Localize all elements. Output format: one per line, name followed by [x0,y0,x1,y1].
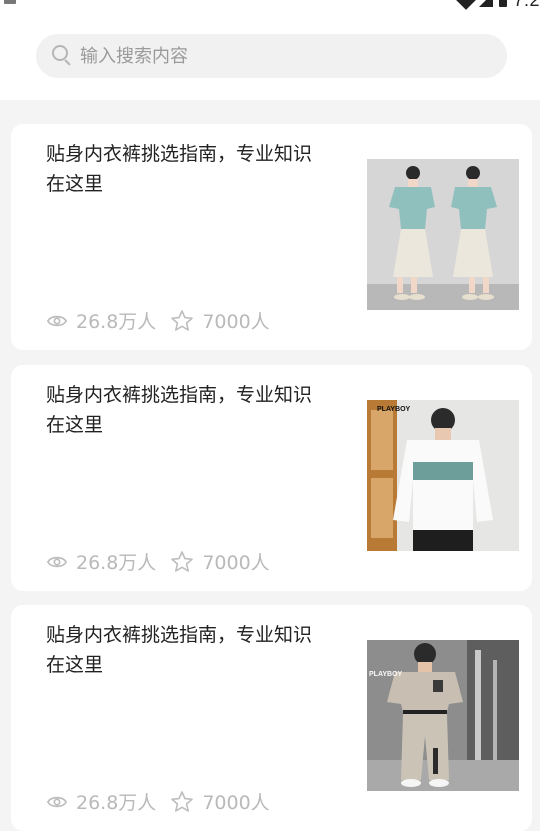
beige-tracksuit-image[interactable]: PLAYBOY [367,640,519,791]
article-title: 贴身内衣裤挑选指南，专业知识在这里 [46,624,313,676]
top-header: 7:2 [0,0,540,100]
model-mirrored-dresses-image[interactable] [367,159,519,310]
article-stats: 26.8万人 7000人 [47,307,270,334]
battery-icon [499,0,508,7]
star-icon[interactable] [170,309,194,333]
search-input[interactable] [80,45,480,67]
brand-logo: PLAYBOY [377,406,411,413]
eye-icon [47,556,67,567]
like-count: 7000人 [202,552,270,574]
status-indicators: 7:2 [456,0,540,11]
view-count: 26.8万人 [76,552,157,574]
wifi-icon [456,0,477,10]
like-count: 7000人 [202,311,270,333]
signal-icon [479,0,494,7]
notification-icon [4,0,16,4]
article-card[interactable]: 贴身内衣裤挑选指南，专业知识在这里 26.8万人 7000人 [11,124,532,350]
search-bar[interactable] [36,34,507,78]
search-icon [52,45,74,67]
like-count: 7000人 [202,792,270,814]
eye-icon [47,315,67,326]
article-stats: 26.8万人 7000人 [47,788,270,815]
article-title: 贴身内衣裤挑选指南，专业知识在这里 [46,143,313,195]
article-title: 贴身内衣裤挑选指南，专业知识在这里 [46,384,313,436]
star-icon[interactable] [170,790,194,814]
eye-icon [47,796,67,807]
article-card[interactable]: 贴身内衣裤挑选指南，专业知识在这里 26.8万人 7000人 PLAYBOY [11,365,532,591]
white-sweatshirt-image[interactable]: PLAYBOY [367,400,519,551]
article-card[interactable]: 贴身内衣裤挑选指南，专业知识在这里 26.8万人 7000人 PLAYBOY [11,605,532,831]
status-bar: 7:2 [0,0,540,16]
brand-logo: PLAYBOY [369,671,403,678]
view-count: 26.8万人 [76,311,157,333]
star-icon[interactable] [170,550,194,574]
status-time: 7:2 [513,0,540,11]
article-stats: 26.8万人 7000人 [47,548,270,575]
view-count: 26.8万人 [76,792,157,814]
